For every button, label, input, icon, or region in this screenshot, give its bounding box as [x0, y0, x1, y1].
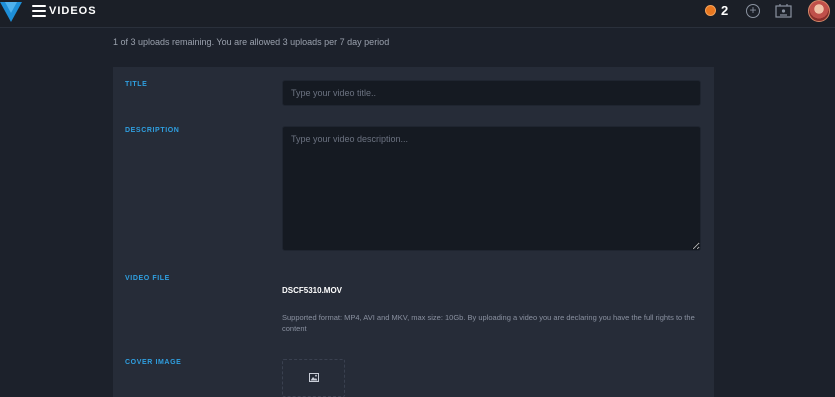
top-bar: VIDEOS 2 +	[0, 0, 835, 28]
video-file-help: Supported format: MP4, AVI and MKV, max …	[282, 313, 695, 333]
description-label: DESCRIPTION	[125, 127, 180, 134]
cover-image-label: COVER IMAGE	[125, 359, 182, 366]
hamburger-menu-icon[interactable]	[32, 5, 46, 17]
coin-count: 2	[721, 3, 729, 18]
plus-circle-icon[interactable]: +	[746, 4, 760, 18]
studio-icon[interactable]	[775, 3, 792, 18]
title-input[interactable]	[282, 80, 701, 106]
coin-icon	[705, 5, 716, 16]
vertical-logo-icon[interactable]	[0, 2, 22, 22]
image-icon	[309, 373, 319, 382]
title-label: TITLE	[125, 81, 148, 88]
upload-form-card: TITLE DESCRIPTION VIDEO FILE DSCF5310.MO…	[113, 67, 714, 397]
user-avatar[interactable]	[808, 0, 830, 22]
cover-image-dropzone[interactable]	[282, 359, 345, 397]
page-title: VIDEOS	[49, 5, 97, 17]
description-textarea[interactable]	[282, 126, 701, 251]
upload-limit-text: 1 of 3 uploads remaining. You are allowe…	[113, 37, 390, 47]
video-file-label: VIDEO FILE	[125, 275, 170, 282]
video-file-name[interactable]: DSCF5310.MOV	[282, 286, 342, 295]
